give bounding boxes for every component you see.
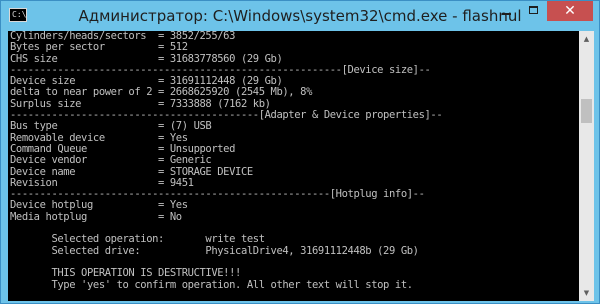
console-line: Revision = 9451 (10, 176, 194, 189)
console-line: Command Queue = Unsupported (10, 142, 236, 155)
title-bar[interactable]: C:\ Администратор: C:\Windows\system32\c… (1, 1, 599, 31)
scroll-down-icon[interactable]: ▼ (579, 285, 594, 301)
console-line: CHS size = 31683778560 (29 Gb) (10, 52, 283, 65)
console-line: Bytes per sector = 512 (10, 41, 188, 54)
vertical-scrollbar[interactable]: ▲ ▼ (579, 31, 594, 301)
console-line: Selected operation: write test (10, 233, 265, 246)
console-line: Device size = 31691112448 (29 Gb) (10, 75, 283, 88)
console-line: THIS OPERATION IS DESTRUCTIVE!!! (10, 267, 241, 280)
console-line: ----------------------------------------… (10, 188, 425, 201)
console-window: C:\ Администратор: C:\Windows\system32\c… (0, 0, 600, 304)
console-line: delta to near power of 2 = 2668625920 (2… (10, 86, 312, 99)
console-line: Surplus size = 7333888 (7162 kb) (10, 97, 271, 110)
console-line: ----------------------------------------… (10, 109, 443, 122)
console-line: Device vendor = Generic (10, 154, 212, 167)
scroll-up-icon[interactable]: ▲ (579, 31, 594, 47)
console-line: Selected drive: PhysicalDrive4, 31691112… (10, 244, 419, 257)
console-line: ----------------------------------------… (10, 63, 431, 76)
close-button[interactable]: ✕ (547, 1, 593, 21)
minimize-icon (502, 13, 511, 15)
console-line: Device hotplug = Yes (10, 199, 188, 212)
console-line: Media hotplug = No (10, 210, 182, 223)
scrollbar-thumb[interactable] (581, 99, 592, 123)
console-line: Device name = STORAGE DEVICE (10, 165, 253, 178)
console-line: Bus type = (7) USB (10, 120, 212, 133)
console-line: Type 'yes' to confirm operation. All oth… (10, 278, 413, 291)
window-controls: ✕ (493, 1, 593, 23)
maximize-button[interactable] (520, 1, 547, 21)
console-output[interactable]: Cylinders/heads/sectors = 3852/255/63 By… (8, 31, 579, 301)
close-icon: ✕ (564, 3, 576, 19)
minimize-button[interactable] (493, 1, 520, 21)
maximize-icon (529, 6, 538, 14)
console-line: Removable device = Yes (10, 131, 188, 144)
